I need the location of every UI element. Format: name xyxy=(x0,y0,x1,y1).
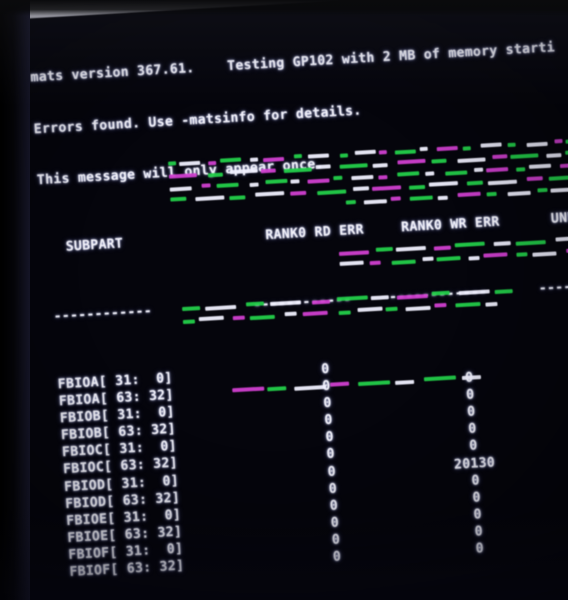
header-line-1: mats version 367.61. Testing GP102 with … xyxy=(30,40,556,86)
unknown-err-header: UNKNOWN ERR xyxy=(550,208,568,227)
header-line-2: Errors found. Use -matsinfo for details. xyxy=(33,103,362,137)
divider-2: ------------ xyxy=(252,291,353,313)
subpart-rows: FBIOA[ 31: 0]0 FBIOA[ 63: 32]000 FBIOB[ … xyxy=(49,341,568,597)
photo-top-shadow xyxy=(0,0,568,16)
monitor-bezel xyxy=(0,0,30,600)
unknown-err-value xyxy=(543,352,568,360)
divider-4: ------------ xyxy=(538,275,568,297)
divider-3: ------------ xyxy=(388,284,488,305)
screen-surface: File: report.txt mats version 367.61. Te… xyxy=(0,0,568,600)
subpart-divider-row: ------------ ------------ ------------ ----… xyxy=(45,273,568,326)
header-line-3: This message will only appear once. xyxy=(36,156,325,189)
terminal-output: mats version 367.61. Testing GP102 with … xyxy=(27,0,568,600)
rank0-wr-err-header: RANK0 WR ERR xyxy=(400,214,500,236)
subpart-col-header: SUBPART xyxy=(65,236,124,255)
divider-1: ------------ xyxy=(53,303,153,325)
monitor-photo: File: report.txt mats version 367.61. Te… xyxy=(0,0,568,600)
subpart-header-row: SUBPART RANK0 RD ERR RANK0 WR ERR UNKNOWN E… xyxy=(41,205,568,258)
rank0-rd-err-header: RANK0 RD ERR xyxy=(264,222,365,244)
